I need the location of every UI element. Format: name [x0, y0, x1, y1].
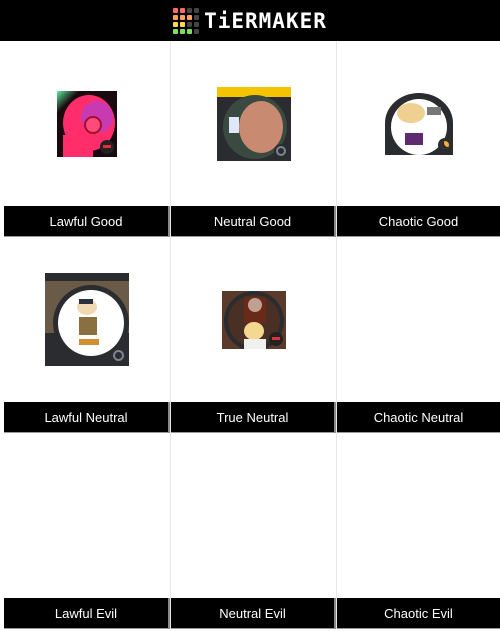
tier-cell-chaotic-evil: Chaotic Evil	[337, 433, 500, 629]
tier-dropzone[interactable]	[337, 237, 500, 402]
tier-cell-lawful-evil: Lawful Evil	[4, 433, 171, 629]
status-dnd-icon	[100, 139, 114, 154]
tier-dropzone[interactable]	[171, 237, 336, 402]
logo-square	[180, 7, 186, 13]
brand-name: TiERMAKER	[204, 8, 327, 33]
logo-square	[187, 28, 193, 34]
logo-square	[194, 28, 200, 34]
tier-label: Neutral Evil	[171, 598, 336, 629]
tier-cell-chaotic-good: Chaotic Good	[337, 41, 500, 237]
site-header: TiERMAKER	[0, 0, 500, 41]
tier-item-avatar[interactable]	[221, 290, 286, 349]
tier-item-avatar[interactable]	[45, 273, 129, 366]
tier-label: Chaotic Evil	[337, 598, 500, 629]
tiermaker-logo[interactable]: TiERMAKER	[173, 7, 327, 34]
logo-square	[180, 14, 186, 20]
tier-label: Lawful Good	[4, 206, 170, 237]
logo-square	[173, 28, 179, 34]
tier-cell-chaotic-neutral: Chaotic Neutral	[337, 237, 500, 433]
logo-square	[180, 28, 186, 34]
tier-dropzone[interactable]	[171, 41, 336, 206]
tier-item-avatar[interactable]	[382, 92, 455, 155]
tier-cell-true-neutral: True Neutral	[171, 237, 337, 433]
status-dnd-icon	[268, 331, 283, 346]
tier-dropzone[interactable]	[337, 41, 500, 206]
logo-grid-icon	[173, 7, 200, 34]
tier-dropzone[interactable]	[4, 433, 170, 598]
tier-dropzone[interactable]	[337, 433, 500, 598]
logo-square	[194, 14, 200, 20]
logo-square	[194, 21, 200, 27]
status-offline-icon	[273, 143, 288, 158]
status-idle-icon	[437, 137, 452, 152]
tier-cell-neutral-good: Neutral Good	[171, 41, 337, 237]
tier-label: Chaotic Good	[337, 206, 500, 237]
tier-label: Chaotic Neutral	[337, 402, 500, 433]
logo-square	[187, 7, 193, 13]
tier-label: Lawful Evil	[4, 598, 170, 629]
tier-dropzone[interactable]	[4, 41, 170, 206]
tier-dropzone[interactable]	[4, 237, 170, 402]
logo-square	[180, 21, 186, 27]
tier-cell-neutral-evil: Neutral Evil	[171, 433, 337, 629]
tier-item-avatar[interactable]	[57, 90, 117, 157]
logo-square	[187, 14, 193, 20]
logo-square	[173, 14, 179, 20]
tier-dropzone[interactable]	[171, 433, 336, 598]
logo-square	[173, 21, 179, 27]
logo-square	[194, 7, 200, 13]
status-offline-icon	[110, 347, 126, 363]
tier-item-avatar[interactable]	[216, 86, 291, 161]
tier-cell-lawful-good: Lawful Good	[4, 41, 171, 237]
tier-cell-lawful-neutral: Lawful Neutral	[4, 237, 171, 433]
tier-label: Neutral Good	[171, 206, 336, 237]
logo-square	[173, 7, 179, 13]
alignment-chart: Lawful Good Neutral Good Chaotic Good La…	[4, 41, 500, 629]
tier-label: Lawful Neutral	[4, 402, 170, 433]
logo-square	[187, 21, 193, 27]
tier-label: True Neutral	[171, 402, 336, 433]
